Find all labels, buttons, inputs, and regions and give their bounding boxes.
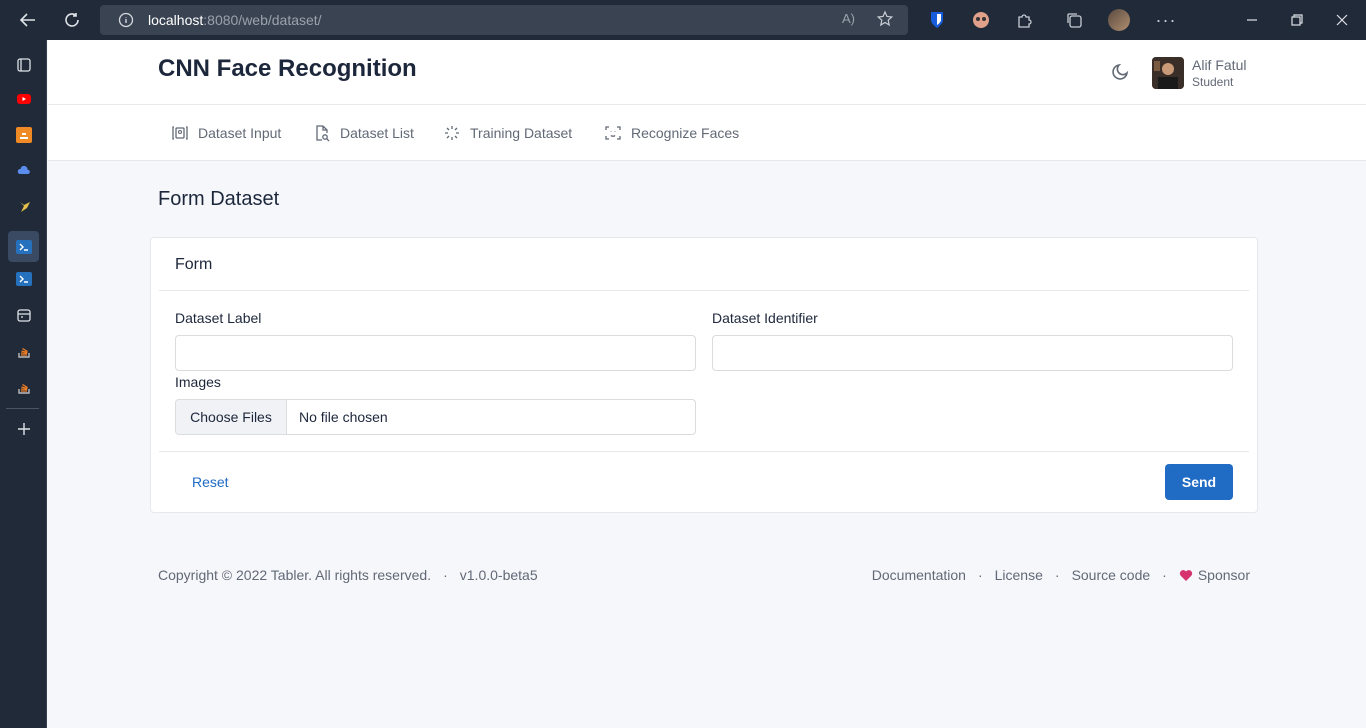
app-orange-icon[interactable] bbox=[12, 123, 36, 147]
tab-actions-icon[interactable] bbox=[12, 53, 36, 77]
id-card-icon bbox=[172, 126, 188, 140]
url-text: localhost:8080/web/dataset/ bbox=[148, 12, 322, 28]
powershell-icon[interactable] bbox=[8, 231, 39, 262]
card-footer-divider bbox=[159, 451, 1249, 452]
page: CNN Face Recognition Alif Fatul Student … bbox=[48, 40, 1366, 728]
collections-icon[interactable] bbox=[1062, 8, 1086, 32]
user-role: Student bbox=[1192, 75, 1234, 89]
file-status-text: No file chosen bbox=[299, 409, 388, 425]
nav-label: Recognize Faces bbox=[631, 125, 740, 141]
send-button[interactable]: Send bbox=[1165, 464, 1233, 500]
bitwarden-icon[interactable] bbox=[925, 8, 949, 32]
reset-button[interactable]: Reset bbox=[192, 474, 229, 490]
extension-face-icon[interactable] bbox=[969, 8, 993, 32]
url-host: localhost bbox=[148, 12, 204, 28]
sponsor-label: Sponsor bbox=[1197, 567, 1250, 583]
youtube-icon[interactable] bbox=[12, 87, 36, 111]
nav-training-dataset[interactable]: Training Dataset bbox=[443, 123, 572, 143]
browser-toolbar: localhost:8080/web/dataset/ A) ··· bbox=[0, 0, 1366, 40]
nav-dataset-list[interactable]: Dataset List bbox=[313, 123, 414, 143]
images-label: Images bbox=[175, 374, 221, 390]
version-link[interactable]: v1.0.0-beta5 bbox=[460, 567, 538, 583]
stackoverflow-icon[interactable] bbox=[12, 339, 36, 363]
dataset-identifier-input[interactable] bbox=[712, 335, 1233, 371]
more-options-icon[interactable]: ··· bbox=[1154, 8, 1178, 32]
extensions-puzzle-icon[interactable] bbox=[1013, 8, 1037, 32]
calendar-icon[interactable] bbox=[12, 303, 36, 327]
nav-dataset-input[interactable]: Dataset Input bbox=[171, 123, 281, 143]
images-file-input[interactable]: Choose Files No file chosen bbox=[175, 399, 696, 435]
face-scan-icon bbox=[605, 126, 621, 140]
dataset-label-label: Dataset Label bbox=[175, 310, 262, 326]
separator-dot: · bbox=[1054, 567, 1060, 583]
app-yellow-icon[interactable] bbox=[12, 195, 36, 219]
restore-icon[interactable] bbox=[1285, 8, 1309, 32]
stackoverflow-icon-2[interactable] bbox=[12, 375, 36, 399]
favorite-star-icon[interactable] bbox=[876, 10, 894, 33]
user-name[interactable]: Alif Fatul bbox=[1192, 57, 1246, 73]
choose-files-button[interactable]: Choose Files bbox=[176, 400, 287, 434]
separator-dot: · bbox=[443, 567, 448, 583]
nav-label: Dataset List bbox=[340, 125, 414, 141]
moon-icon[interactable] bbox=[1108, 62, 1130, 84]
add-icon[interactable] bbox=[12, 417, 36, 441]
file-search-icon bbox=[316, 125, 330, 142]
url-path: :8080/web/dataset/ bbox=[203, 12, 322, 28]
sponsor-link[interactable]: Sponsor bbox=[1179, 567, 1250, 583]
info-icon[interactable] bbox=[118, 12, 134, 33]
avatar[interactable] bbox=[1152, 57, 1184, 89]
dataset-identifier-label: Dataset Identifier bbox=[712, 310, 818, 326]
read-aloud-icon[interactable]: A) bbox=[842, 11, 855, 26]
refresh-icon[interactable] bbox=[60, 8, 84, 32]
copyright-text: Copyright © 2022 Tabler. All rights rese… bbox=[158, 567, 432, 583]
cloud-icon[interactable] bbox=[12, 159, 36, 183]
sidebar-divider bbox=[6, 408, 39, 409]
brand-title[interactable]: CNN Face Recognition bbox=[158, 55, 417, 83]
dataset-label-input[interactable] bbox=[175, 335, 696, 371]
back-icon[interactable] bbox=[16, 8, 40, 32]
separator-dot: · bbox=[1162, 567, 1167, 583]
footer-links: Documentation · License · Source code · … bbox=[872, 567, 1250, 583]
close-icon[interactable] bbox=[1330, 8, 1354, 32]
nav-label: Training Dataset bbox=[470, 125, 573, 141]
profile-avatar-icon[interactable] bbox=[1107, 8, 1131, 32]
minimize-icon[interactable] bbox=[1240, 8, 1264, 32]
card-title: Form bbox=[175, 256, 213, 273]
page-title: Form Dataset bbox=[158, 188, 280, 210]
loader-icon bbox=[445, 126, 459, 140]
form-card: Form Dataset Label Dataset Identifier Im… bbox=[150, 237, 1258, 513]
separator-dot: · bbox=[977, 567, 983, 583]
source-code-link[interactable]: Source code bbox=[1072, 567, 1151, 583]
browser-sidebar bbox=[0, 40, 47, 728]
license-link[interactable]: License bbox=[995, 567, 1043, 583]
documentation-link[interactable]: Documentation bbox=[872, 567, 966, 583]
card-header-divider bbox=[159, 290, 1249, 291]
navbar: Dataset Input Dataset List Training Data… bbox=[48, 105, 1366, 161]
powershell-icon-2[interactable] bbox=[12, 267, 36, 291]
nav-label: Dataset Input bbox=[198, 125, 282, 141]
heart-icon bbox=[1179, 569, 1192, 581]
footer-left: Copyright © 2022 Tabler. All rights rese… bbox=[158, 567, 538, 583]
address-bar[interactable]: localhost:8080/web/dataset/ A) bbox=[100, 5, 908, 35]
header: CNN Face Recognition Alif Fatul Student bbox=[48, 40, 1366, 105]
nav-recognize-faces[interactable]: Recognize Faces bbox=[604, 123, 739, 143]
